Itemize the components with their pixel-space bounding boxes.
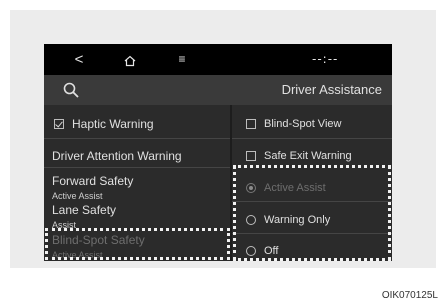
menu-item-lane-safety[interactable]: Lane Safety Assist	[52, 201, 238, 230]
radio-icon[interactable]	[246, 214, 256, 225]
menu-item-sublabel: Active Assist	[52, 250, 103, 260]
divider	[44, 167, 230, 168]
menu-item-label: Forward Safety	[52, 173, 134, 188]
radio-option-warning-only[interactable]: Warning Only	[246, 211, 392, 229]
menu-item-label: Lane Safety	[52, 202, 117, 217]
menu-icon[interactable]: ≡	[172, 44, 192, 75]
divider	[232, 201, 392, 202]
infotainment-screen: < ≡ --:-- Driver Assistance Haptic Warni…	[44, 44, 392, 261]
radio-icon[interactable]	[246, 182, 256, 193]
option-label: Off	[264, 244, 279, 257]
menu-item-sublabel: Assist	[52, 220, 77, 230]
menu-item-haptic-warning[interactable]: Haptic Warning	[54, 115, 240, 133]
menu-item-sublabel: Active Assist	[52, 191, 103, 201]
menu-item-driver-attention-warning[interactable]: Driver Attention Warning	[52, 147, 238, 165]
checkbox-icon[interactable]	[54, 118, 64, 129]
divider	[232, 233, 392, 234]
checkbox-icon[interactable]	[246, 150, 256, 161]
menu-item-label: Haptic Warning	[72, 116, 154, 131]
option-label: Active Assist	[264, 181, 326, 194]
menu-item-forward-safety[interactable]: Forward Safety Active Assist	[52, 172, 238, 201]
right-panel: Blind-Spot View Safe Exit Warning Active…	[232, 105, 392, 261]
option-blind-spot-view[interactable]: Blind-Spot View	[246, 115, 392, 133]
page-title: Driver Assistance	[281, 82, 382, 97]
radio-icon[interactable]	[246, 245, 256, 256]
figure-code: OIK070125L	[381, 290, 438, 301]
option-label: Warning Only	[264, 213, 331, 226]
radio-option-off[interactable]: Off	[246, 242, 392, 260]
checkbox-icon[interactable]	[246, 118, 256, 129]
left-menu: Haptic Warning Driver Attention Warning …	[44, 105, 230, 261]
search-icon[interactable]	[62, 81, 80, 99]
menu-item-label: Blind-Spot Safety	[52, 232, 145, 247]
divider	[232, 138, 392, 139]
divider	[44, 138, 230, 139]
chevron-left-icon[interactable]: <	[69, 44, 89, 75]
clock: --:--	[312, 52, 339, 66]
status-bar: < ≡ --:--	[44, 44, 392, 75]
title-bar: Driver Assistance	[44, 75, 392, 105]
menu-item-label: Driver Attention Warning	[52, 148, 182, 163]
option-label: Blind-Spot View	[264, 117, 342, 130]
menu-item-blind-spot-safety[interactable]: Blind-Spot Safety Active Assist	[52, 231, 238, 260]
radio-option-active-assist[interactable]: Active Assist	[246, 179, 392, 197]
home-icon[interactable]	[120, 44, 140, 75]
option-safe-exit-warning[interactable]: Safe Exit Warning	[246, 147, 392, 165]
option-label: Safe Exit Warning	[264, 149, 352, 162]
